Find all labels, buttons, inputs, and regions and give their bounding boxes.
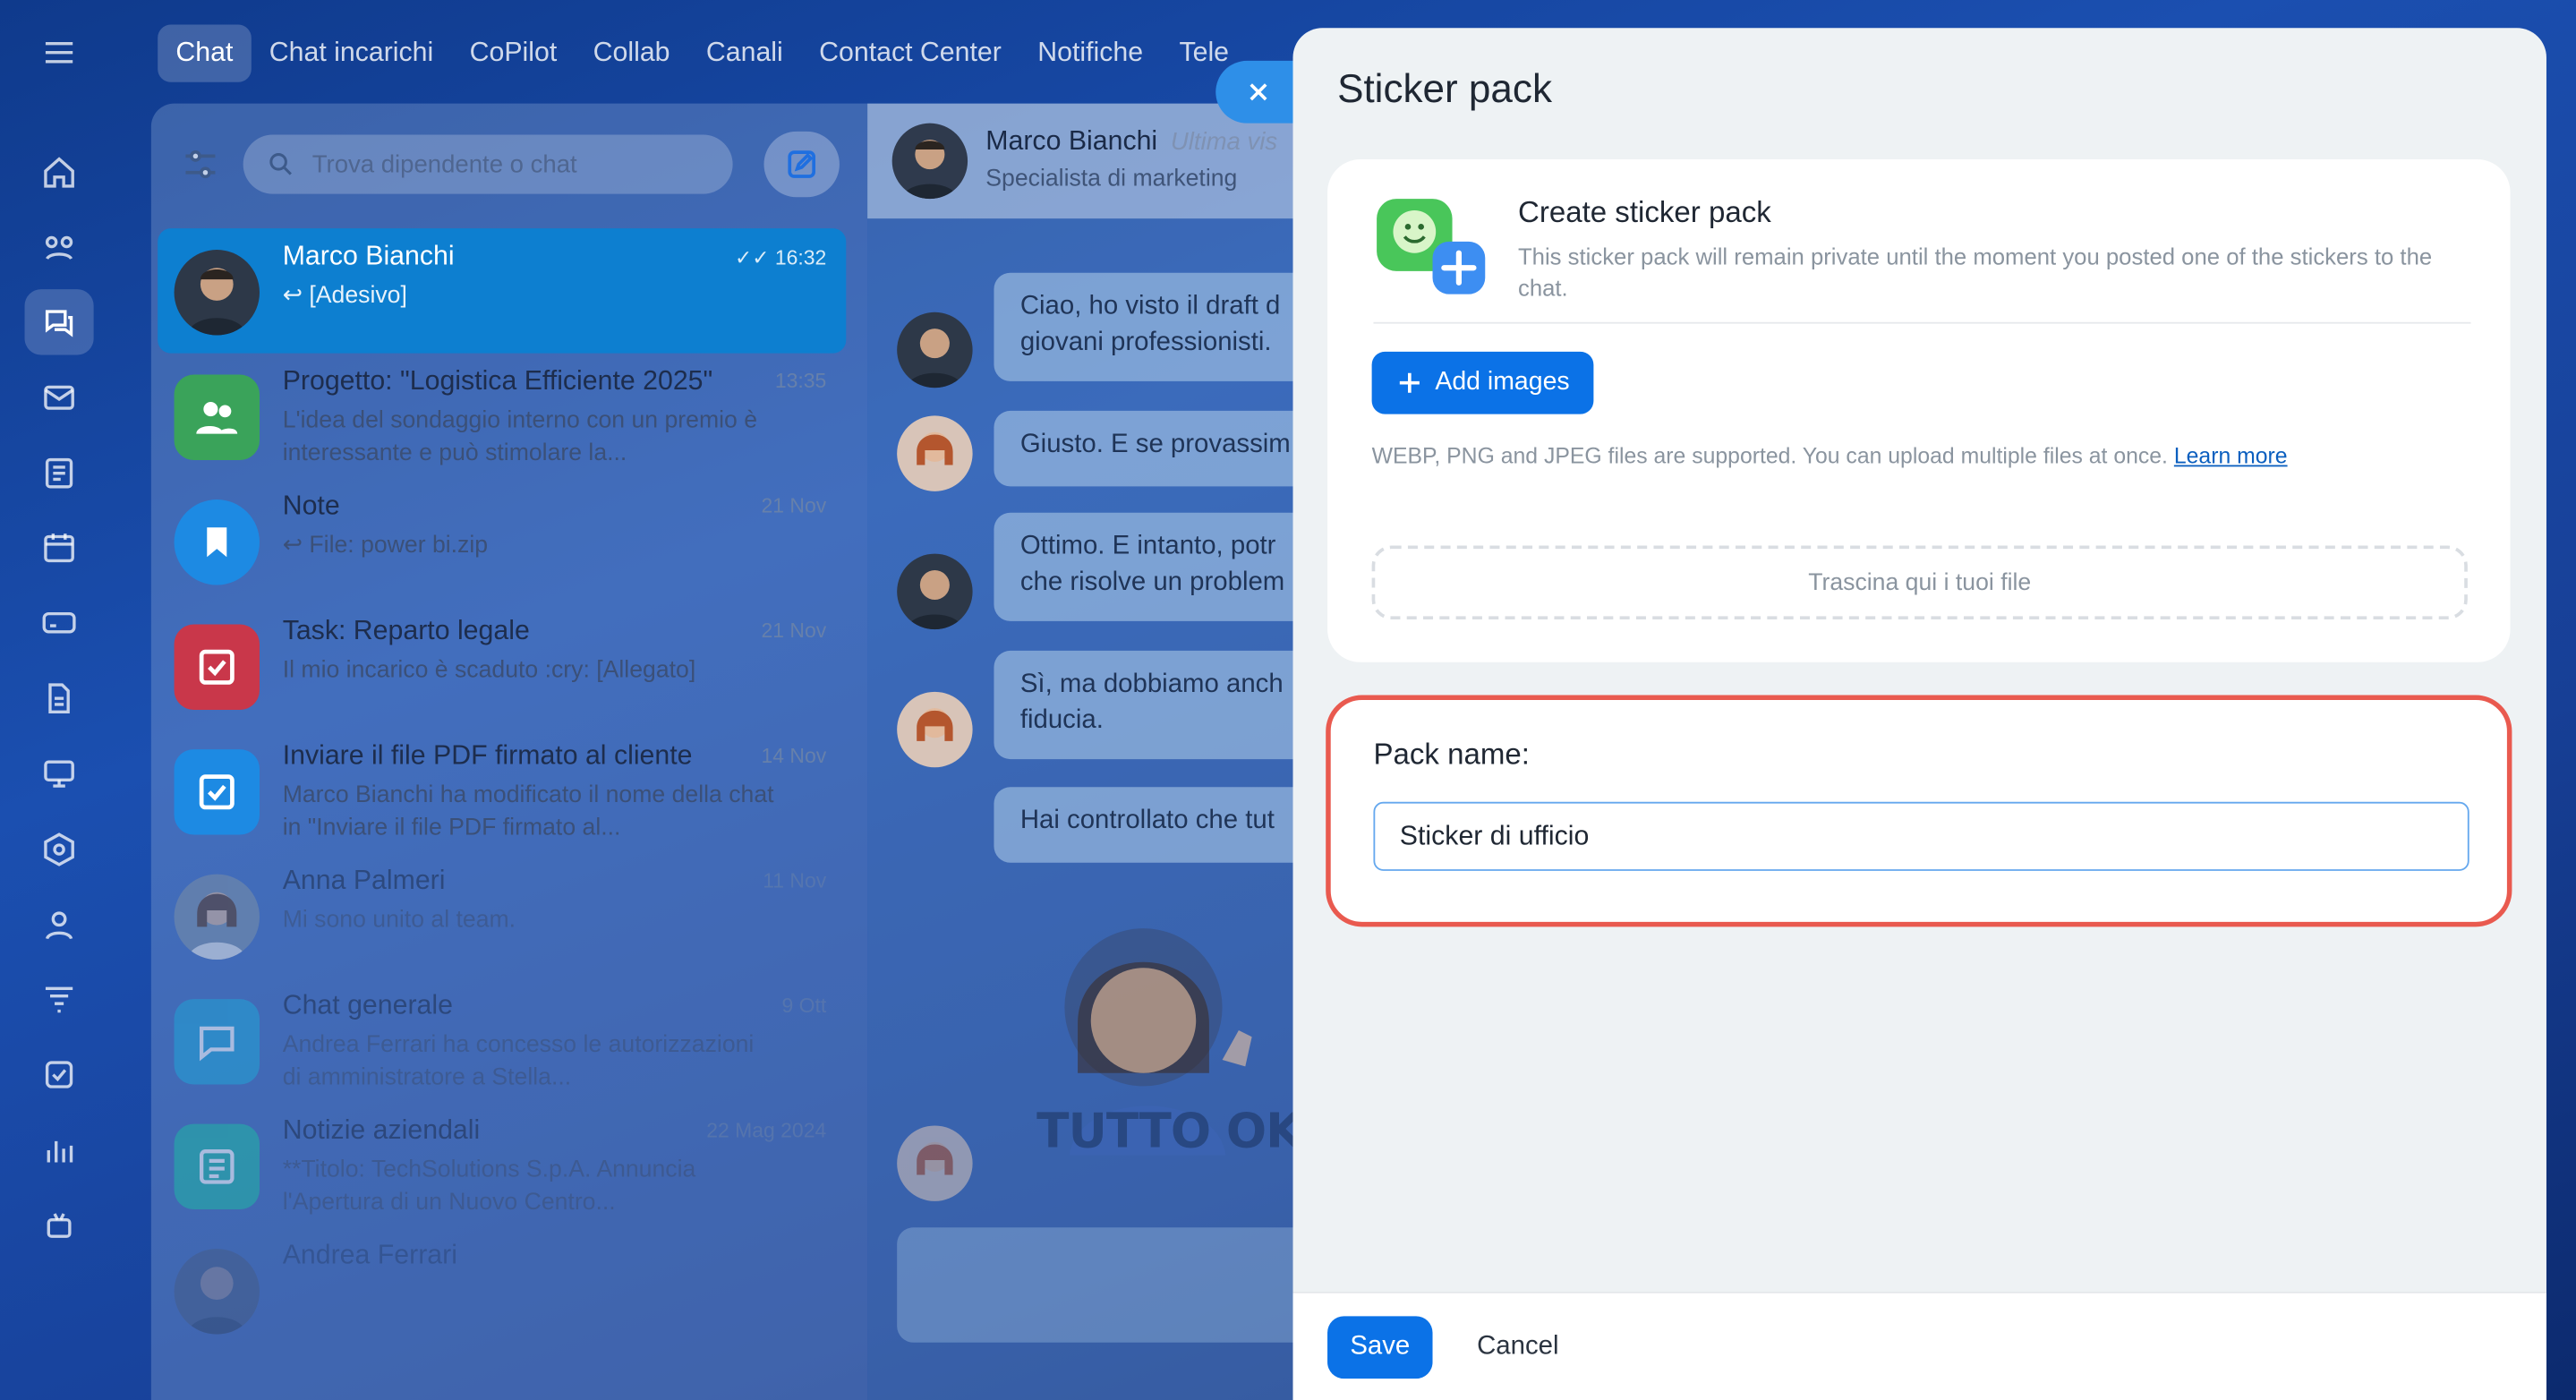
file-dropzone[interactable]: Trascina qui i tuoi file xyxy=(1371,545,2468,620)
avatar xyxy=(897,691,973,768)
chat-item-inviare-pdf[interactable]: Inviare il file PDF firmato al cliente 1… xyxy=(158,728,846,853)
search-input[interactable] xyxy=(311,149,707,179)
avatar xyxy=(897,553,973,630)
new-chat-button[interactable] xyxy=(763,131,840,198)
tab-chat[interactable]: Chat xyxy=(158,23,252,81)
news-icon xyxy=(174,1123,260,1210)
bookmark-icon xyxy=(174,499,260,585)
avatar xyxy=(174,1249,260,1335)
avatar xyxy=(897,415,973,491)
drive-icon[interactable] xyxy=(36,600,81,645)
close-icon xyxy=(1250,83,1267,101)
tab-canali[interactable]: Canali xyxy=(688,24,801,81)
plus-icon xyxy=(1399,372,1420,393)
create-sticker-pack-card: Create sticker pack This sticker pack wi… xyxy=(1327,159,2511,662)
message-input-area[interactable] xyxy=(897,1227,1325,1343)
edit-icon xyxy=(788,150,816,178)
tab-chat-incarichi[interactable]: Chat incarichi xyxy=(252,24,452,81)
feed-icon[interactable] xyxy=(36,450,81,496)
group-icon xyxy=(174,374,260,460)
chat-time: ✓✓ 16:32 xyxy=(734,246,827,270)
tasks-icon[interactable] xyxy=(36,1052,81,1097)
add-images-button[interactable]: Add images xyxy=(1371,351,1594,414)
search-box xyxy=(243,134,733,194)
tab-copilot[interactable]: CoPilot xyxy=(451,24,575,81)
sticker-add-icon xyxy=(1373,195,1488,303)
task-icon xyxy=(174,749,260,835)
conversation-pane: Marco Bianchi Ultima vis Specialista di m… xyxy=(867,103,1356,1400)
mail-icon[interactable] xyxy=(36,375,81,421)
left-navigation-rail xyxy=(0,0,118,1400)
automation-icon[interactable] xyxy=(36,1203,81,1249)
cancel-button[interactable]: Cancel xyxy=(1457,1316,1578,1379)
pack-name-label: Pack name: xyxy=(1373,738,1530,771)
chat-item-anna-palmeri[interactable]: Anna Palmeri 11 Nov Mi sono unito al tea… xyxy=(158,853,846,978)
tab-contact-center[interactable]: Contact Center xyxy=(801,24,1019,81)
close-panel-button[interactable] xyxy=(1215,60,1301,124)
tab-notifiche[interactable]: Notifiche xyxy=(1019,24,1161,81)
conversation-title[interactable]: Marco Bianchi Ultima vis xyxy=(985,126,1277,158)
save-button[interactable]: Save xyxy=(1327,1316,1433,1379)
avatar xyxy=(897,1125,973,1201)
sites-icon[interactable] xyxy=(36,826,81,872)
calendar-icon[interactable] xyxy=(36,525,81,570)
chat-item-chat-generale[interactable]: Chat generale 9 Ott Andrea Ferrari ha co… xyxy=(158,977,846,1103)
avatar xyxy=(174,250,260,336)
chat-icon[interactable] xyxy=(24,289,94,355)
filter-icon[interactable] xyxy=(181,145,220,184)
avatar xyxy=(897,312,973,388)
search-icon xyxy=(266,149,295,179)
chat-list: Marco Bianchi ✓✓ 16:32 ↩ [Adesivo] Proge… xyxy=(150,103,868,1400)
employees-icon[interactable] xyxy=(36,902,81,948)
avatar[interactable] xyxy=(891,123,968,200)
supported-formats-text: WEBP, PNG and JPEG files are supported. … xyxy=(1371,443,2288,469)
chat-item-task-reparto-legale[interactable]: Task: Reparto legale 21 Nov Il mio incar… xyxy=(158,603,846,729)
boards-icon[interactable] xyxy=(36,751,81,797)
sticker-image[interactable]: TUTTO OK xyxy=(1028,909,1302,1172)
chat-item-marco-bianchi[interactable]: Marco Bianchi ✓✓ 16:32 ↩ [Adesivo] xyxy=(158,228,847,354)
pack-name-section: Pack name: xyxy=(1326,695,2512,927)
chat-item-note[interactable]: Note 21 Nov ↩ File: power bi.zip xyxy=(158,478,846,603)
create-sticker-pack-description: This sticker pack will remain private un… xyxy=(1517,243,2433,301)
avatar xyxy=(174,874,260,960)
analytics-icon[interactable] xyxy=(36,1127,81,1173)
documents-icon[interactable] xyxy=(36,675,81,721)
chat-item-andrea-ferrari[interactable]: Andrea Ferrari xyxy=(158,1227,846,1353)
crm-icon[interactable] xyxy=(36,225,81,270)
divider xyxy=(1373,321,2471,324)
chat-item-progetto[interactable]: Progetto: "Logistica Efficiente 2025" 13… xyxy=(158,354,846,479)
learn-more-link[interactable]: Learn more xyxy=(2174,444,2288,469)
chat-list-header xyxy=(151,104,867,222)
menu-icon[interactable] xyxy=(36,30,81,75)
panel-footer: Save Cancel xyxy=(1292,1291,2546,1400)
chat-item-notizie-aziendali[interactable]: Notizie aziendali 22 Mag 2024 **Titolo: … xyxy=(158,1103,846,1228)
sticker-caption: TUTTO OK xyxy=(1036,1102,1302,1159)
panel-title: Sticker pack xyxy=(1337,67,1552,112)
chat-bubble-icon xyxy=(174,999,260,1085)
home-icon[interactable] xyxy=(36,149,81,195)
pack-name-input[interactable] xyxy=(1373,801,2469,871)
sticker-pack-panel: Sticker pack Create sticker pack This st… xyxy=(1292,28,2546,1400)
tab-collab[interactable]: Collab xyxy=(575,24,687,81)
filter-funnel-icon[interactable] xyxy=(36,976,81,1021)
create-sticker-pack-title: Create sticker pack xyxy=(1517,195,1771,229)
top-tabs: Chat Chat incarichi CoPilot Collab Canal… xyxy=(158,23,1247,82)
conversation-subtitle: Specialista di marketing xyxy=(985,166,1238,192)
task-icon xyxy=(174,624,260,711)
